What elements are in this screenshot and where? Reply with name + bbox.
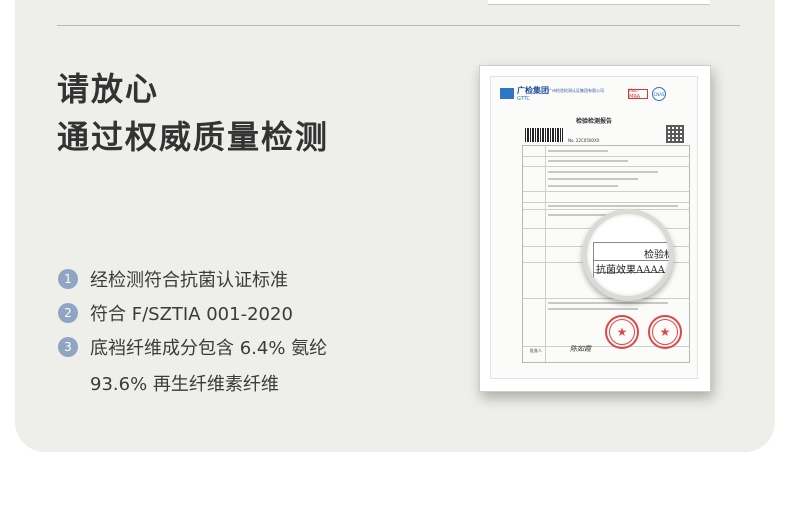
cert-logo-text: 广检集团 (517, 86, 549, 95)
gttc-logo-icon (500, 88, 514, 99)
feature-text-3: 底裆纤维成分包含 6.4% 氨纶 (90, 338, 328, 359)
cnas-badge-icon: CNAS (652, 87, 666, 101)
number-badge-2: 2 (58, 303, 78, 323)
qr-code-icon (666, 125, 684, 143)
cert-org-name: 广州检验检测认证集团有限公司 (548, 88, 604, 93)
barcode-icon (525, 128, 563, 142)
divider-line (57, 25, 740, 26)
number-badge-1: 1 (58, 269, 78, 289)
cert-title: 检验检测报告 (575, 118, 612, 125)
cert-sign-label: 批准人 (530, 348, 542, 353)
cert-signature: 陈如霞 (570, 345, 591, 353)
headline-line-2: 通过权威质量检测 (57, 118, 330, 156)
number-badge-3: 3 (58, 337, 78, 357)
stamp-star-icon: ★ (609, 319, 635, 345)
feature-text-3-continued: 93.6% 再生纤维素纤维 (90, 374, 279, 395)
magnifier-lens: 检验标 抗菌效果AAAAA级 (582, 209, 674, 301)
feature-item-3: 3 底裆纤维成分包含 6.4% 氨纶 (58, 334, 327, 360)
red-stamp-icon: ★ (648, 315, 682, 349)
certificate-paper: 广检集团 GTTC 广州检验检测认证集团有限公司 ilac-MRA CNAS 检… (490, 76, 698, 379)
magnified-result-text: 抗菌效果AAAAA级 (596, 265, 674, 276)
feature-text-2: 符合 F/SZTIA 001-2020 (90, 304, 293, 325)
stamp-star-icon: ★ (652, 319, 678, 345)
certificate-frame: 广检集团 GTTC 广州检验检测认证集团有限公司 ilac-MRA CNAS 检… (479, 65, 711, 392)
cert-logo-sub: GTTC (517, 96, 530, 102)
cert-report-number: No. 22C0500XX (568, 138, 600, 143)
red-stamp-icon: ★ (605, 315, 639, 349)
top-image-edge (488, 0, 710, 5)
headline-line-1: 请放心 (57, 70, 160, 108)
feature-text-1: 经检测符合抗菌认证标准 (90, 270, 288, 291)
magnified-label: 检验标 (644, 250, 674, 261)
feature-item-2: 2 符合 F/SZTIA 001-2020 (58, 300, 293, 326)
feature-item-1: 1 经检测符合抗菌认证标准 (58, 266, 288, 292)
ilac-badge-icon: ilac-MRA (628, 88, 648, 100)
